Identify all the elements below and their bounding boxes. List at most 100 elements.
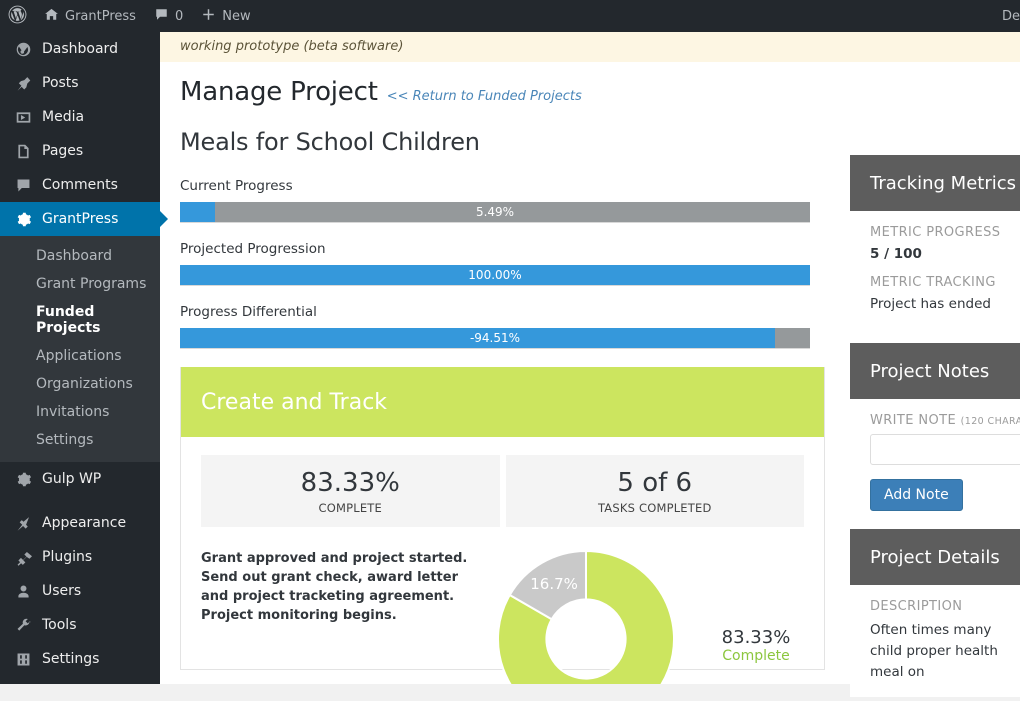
- metric-tracking-label: METRIC TRACKING: [870, 275, 996, 290]
- donut-legend-label: Complete: [722, 648, 790, 664]
- sidebar-item-gulp-wp[interactable]: Gulp WP: [0, 462, 160, 496]
- progress-bars: Current Progress 5.49% Projected Progres…: [160, 156, 830, 349]
- donut-legend-percent: 83.33%: [721, 627, 791, 648]
- description-label: DESCRIPTION: [870, 599, 963, 614]
- progress-value: -94.51%: [469, 331, 521, 345]
- return-to-funded-projects-link[interactable]: << Return to Funded Projects: [387, 89, 582, 104]
- write-note-label: WRITE NOTE (120 CHARACTER: [870, 413, 1020, 428]
- write-note-input[interactable]: [870, 434, 1020, 465]
- progress-bar-differential: -94.51%: [180, 328, 810, 349]
- create-and-track-title: Create and Track: [201, 389, 388, 415]
- gear-icon: [13, 209, 33, 229]
- project-notes-title: Project Notes: [870, 360, 990, 382]
- progress-value: 5.49%: [475, 205, 515, 219]
- project-name: Meals for School Children: [180, 128, 480, 156]
- sidebar-item-dashboard[interactable]: Dashboard: [0, 32, 160, 66]
- project-details-title: Project Details: [870, 546, 1000, 568]
- progress-block-current: Current Progress 5.49%: [180, 178, 810, 223]
- submenu-item-invitations[interactable]: Invitations: [0, 398, 160, 426]
- sidebar-item-media[interactable]: Media: [0, 100, 160, 134]
- stat-box-complete: 83.33% COMPLETE: [201, 455, 500, 527]
- project-notes-header: Project Notes: [850, 343, 1020, 399]
- sidebar-item-pages[interactable]: Pages: [0, 134, 160, 168]
- admin-menu-top: Dashboard Posts Media Pages Comments Gra…: [0, 32, 168, 676]
- page-title: Manage Project: [180, 77, 378, 107]
- submenu-item-grant-programs[interactable]: Grant Programs: [0, 270, 160, 298]
- completion-donut-chart: 16.7% 83.33% Complete: [486, 549, 804, 684]
- dashboard-icon: [13, 39, 33, 59]
- page-title-row: Manage Project << Return to Funded Proje…: [180, 76, 1000, 108]
- stat-value: 83.33%: [300, 468, 400, 498]
- donut-legend: 83.33% Complete: [701, 627, 811, 664]
- sidebar-item-plugins[interactable]: Plugins: [0, 540, 160, 574]
- progress-bar-projected: 100.00%: [180, 265, 810, 286]
- pin-icon: [13, 73, 33, 93]
- create-and-track-lower: Grant approved and project started. Send…: [201, 549, 804, 684]
- site-name-button[interactable]: GrantPress: [35, 0, 145, 32]
- sidebar-item-label: GrantPress: [42, 211, 119, 227]
- comment-bubble-icon: [154, 7, 169, 26]
- comments-button[interactable]: 0: [145, 0, 192, 32]
- sidebar-item-label: Posts: [42, 75, 79, 91]
- admin-sidebar: Dashboard Posts Media Pages Comments Gra…: [0, 32, 168, 684]
- progress-block-differential: Progress Differential -94.51%: [180, 304, 810, 349]
- sidebar-item-grantpress[interactable]: GrantPress: [0, 202, 168, 236]
- new-content-button[interactable]: New: [192, 0, 259, 32]
- account-label: De: [1001, 8, 1020, 24]
- sidebar-item-posts[interactable]: Posts: [0, 66, 160, 100]
- beta-notice: working prototype (beta software): [160, 32, 1020, 62]
- comment-bubble-icon: [13, 175, 33, 195]
- create-and-track-header: Create and Track: [181, 367, 824, 437]
- description-value: Often times many child proper health mea…: [870, 622, 998, 680]
- progress-label: Current Progress: [180, 178, 293, 194]
- project-details-body: DESCRIPTION Often times many child prope…: [850, 585, 1020, 697]
- sliders-icon: [13, 649, 33, 669]
- metric-progress-value: 5 / 100: [870, 246, 922, 262]
- stat-label: COMPLETE: [318, 501, 382, 515]
- wp-admin-bar: GrantPress 0 New De: [0, 0, 1020, 32]
- stat-label: TASKS COMPLETED: [597, 501, 712, 515]
- progress-label: Projected Progression: [180, 241, 326, 257]
- submenu-item-applications[interactable]: Applications: [0, 342, 160, 370]
- metric-tracking-value: Project has ended: [870, 296, 991, 312]
- wrench-icon: [13, 615, 33, 635]
- page-header: Manage Project << Return to Funded Proje…: [160, 62, 1020, 156]
- gear-icon: [13, 469, 33, 489]
- comments-count: 0: [174, 8, 184, 24]
- account-menu-button[interactable]: De: [993, 0, 1020, 32]
- wordpress-logo-button[interactable]: [0, 0, 35, 32]
- submenu-item-settings[interactable]: Settings: [0, 426, 160, 454]
- stat-row: 83.33% COMPLETE 5 of 6 TASKS COMPLETED: [201, 455, 804, 527]
- submenu-item-organizations[interactable]: Organizations: [0, 370, 160, 398]
- submenu-item-funded-projects[interactable]: Funded Projects: [0, 298, 160, 342]
- plus-icon: [201, 7, 216, 26]
- wordpress-logo-icon: [8, 5, 27, 28]
- grantpress-submenu: Dashboard Grant Programs Funded Projects…: [0, 236, 160, 462]
- project-details-panel: Project Details DESCRIPTION Often times …: [850, 529, 1020, 697]
- site-name-label: GrantPress: [65, 8, 136, 24]
- sidebar-item-label: Dashboard: [42, 41, 118, 57]
- tracking-metrics-header: Tracking Metrics: [850, 155, 1020, 211]
- sidebar-item-tools[interactable]: Tools: [0, 608, 160, 642]
- sidebar-item-settings[interactable]: Settings: [0, 642, 160, 676]
- donut-graphic: 16.7%: [496, 549, 676, 684]
- progress-label: Progress Differential: [180, 304, 317, 320]
- sidebar-item-comments[interactable]: Comments: [0, 168, 160, 202]
- sidebar-item-label: Media: [42, 109, 85, 125]
- submenu-item-dashboard[interactable]: Dashboard: [0, 242, 160, 270]
- stat-value: 5 of 6: [617, 468, 693, 498]
- media-icon: [13, 107, 33, 127]
- new-content-label: New: [222, 8, 251, 24]
- progress-bar-current: 5.49%: [180, 202, 810, 223]
- add-note-button[interactable]: Add Note: [870, 479, 963, 511]
- progress-block-projected: Projected Progression 100.00%: [180, 241, 810, 286]
- right-rail: Tracking Metrics METRIC PROGRESS 5 / 100…: [850, 155, 1020, 701]
- write-note-hint: (120 CHARACTER: [960, 416, 1020, 427]
- sidebar-item-label: Settings: [42, 651, 100, 667]
- write-note-label-text: WRITE NOTE: [870, 413, 957, 428]
- sidebar-item-appearance[interactable]: Appearance: [0, 506, 160, 540]
- create-and-track-body: 83.33% COMPLETE 5 of 6 TASKS COMPLETED G…: [181, 437, 824, 684]
- sidebar-item-users[interactable]: Users: [0, 574, 160, 608]
- create-and-track-panel: Create and Track 83.33% COMPLETE 5 of 6 …: [180, 367, 825, 684]
- project-details-header: Project Details: [850, 529, 1020, 585]
